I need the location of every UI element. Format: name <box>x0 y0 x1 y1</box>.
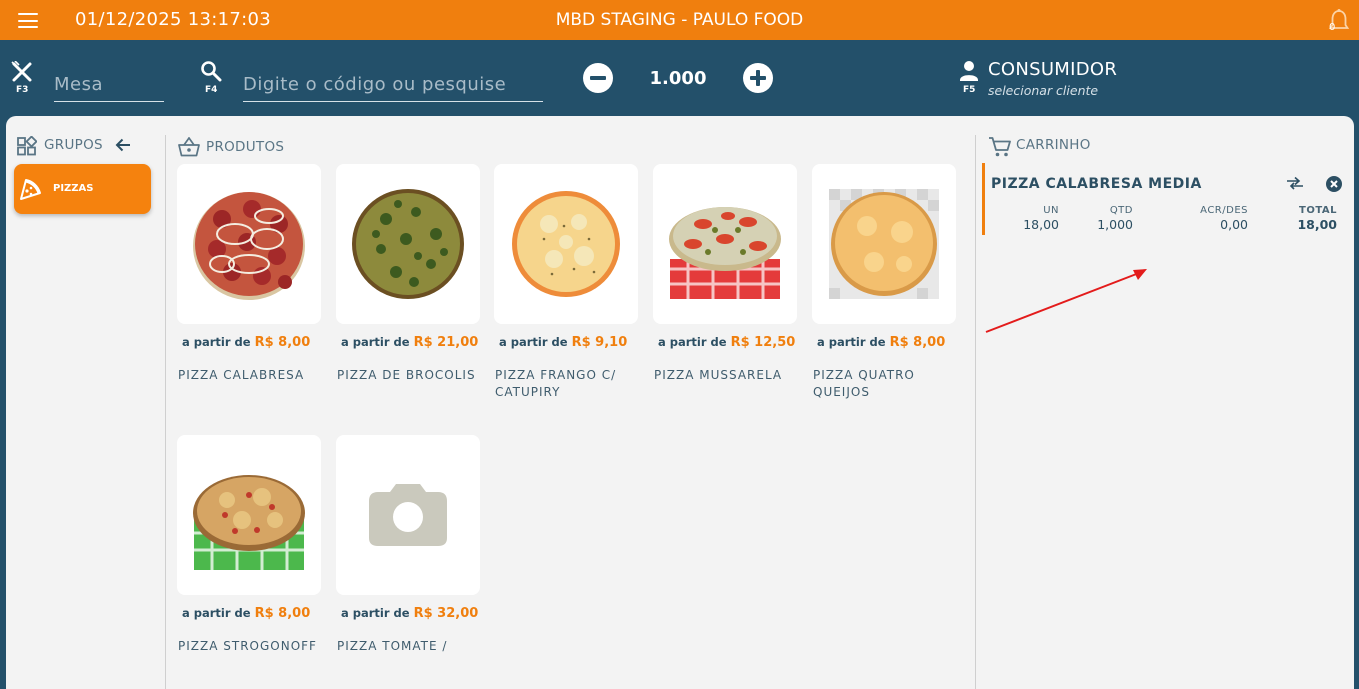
toolbar: F3 F4 1.000 F5 CONSUMIDOR selecionar cli… <box>0 40 1359 116</box>
product-image <box>177 435 321 595</box>
product-image <box>336 164 480 324</box>
product-image <box>812 164 956 324</box>
product-name: PIZZA CALABRESA <box>178 368 305 382</box>
product-card[interactable]: a partir de R$ 8,00 PIZZA CALABRESA <box>177 164 321 382</box>
notification-count: 0 <box>1329 22 1336 33</box>
swap-arrows-icon[interactable] <box>1286 176 1304 190</box>
products-heading: PRODUTOS <box>206 139 285 155</box>
app-title: MBD STAGING - PAULO FOOD <box>555 10 804 30</box>
cart-icon <box>989 137 1011 157</box>
product-image <box>336 435 480 595</box>
back-arrow-icon[interactable] <box>115 137 131 153</box>
product-name: PIZZA DE BROCOLIS <box>337 368 476 382</box>
decrease-quantity-button[interactable] <box>583 63 613 93</box>
client-name[interactable]: CONSUMIDOR <box>988 59 1117 80</box>
group-label: PIZZAS <box>53 183 94 194</box>
product-price: a partir de R$ 8,00 <box>182 335 311 350</box>
divider-groups-products <box>165 135 166 689</box>
camera-placeholder-icon <box>369 484 447 546</box>
cart-item-name: PIZZA CALABRESA MEDIA <box>991 176 1202 192</box>
group-pizzas[interactable]: PIZZAS <box>14 164 151 214</box>
groups-heading: GRUPOS <box>44 137 103 153</box>
client-shortcut: F5 <box>963 85 976 95</box>
product-card[interactable]: a partir de R$ 21,00 PIZZA DE BROCOLIS <box>336 164 480 382</box>
product-card[interactable]: a partir de R$ 12,50 PIZZA MUSSARELA <box>653 164 797 382</box>
increase-quantity-button[interactable] <box>743 63 773 93</box>
groups-icon <box>17 136 37 156</box>
product-card[interactable]: a partir de R$ 32,00 PIZZA TOMATE / <box>336 435 480 653</box>
product-name: PIZZA TOMATE / <box>337 639 448 653</box>
table-field[interactable] <box>54 62 164 102</box>
product-name: PIZZA QUATRO QUEIJOS <box>813 368 915 399</box>
product-price: a partir de R$ 21,00 <box>341 335 479 350</box>
remove-item-icon[interactable] <box>1326 176 1342 192</box>
product-image <box>177 164 321 324</box>
search-input[interactable] <box>243 62 543 101</box>
table-shortcut: F3 <box>16 85 29 95</box>
cart-unit-price: UN 18,00 <box>1023 205 1059 232</box>
product-image <box>653 164 797 324</box>
cart-heading: CARRINHO <box>1016 137 1091 153</box>
cart-quantity: QTD 1,000 <box>1097 205 1133 232</box>
search-icon[interactable] <box>200 60 222 82</box>
product-image <box>494 164 638 324</box>
product-card[interactable]: a partir de R$ 9,10 PIZZA FRANGO C/ CATU… <box>494 164 638 399</box>
search-shortcut: F4 <box>205 85 218 95</box>
table-input[interactable] <box>54 62 164 101</box>
product-name: PIZZA MUSSARELA <box>654 368 783 382</box>
cart-item-total: TOTAL 18,00 <box>1297 205 1337 232</box>
product-card[interactable]: a partir de R$ 8,00 PIZZA STROGONOFF <box>177 435 321 653</box>
product-price: a partir de R$ 8,00 <box>182 606 311 621</box>
basket-icon <box>178 137 200 157</box>
product-card[interactable]: a partir de R$ 8,00 PIZZA QUATRO QUEIJOS <box>812 164 956 399</box>
divider-products-cart <box>975 135 976 689</box>
cart-surcharge-discount: ACR/DES 0,00 <box>1200 205 1248 232</box>
product-price: a partir de R$ 9,10 <box>499 335 628 350</box>
pizza-slice-icon <box>20 179 41 200</box>
quantity-value: 1.000 <box>649 68 707 89</box>
user-icon[interactable] <box>959 60 979 82</box>
main-content: GRUPOS PIZZAS PRODUTOS a partir de R$ 8,… <box>6 116 1354 689</box>
product-name: PIZZA STROGONOFF <box>178 639 317 653</box>
cart-item[interactable]: PIZZA CALABRESA MEDIA UN 18,00 QTD 1,000… <box>982 163 1348 235</box>
product-price: a partir de R$ 32,00 <box>341 606 479 621</box>
annotation-arrow <box>985 269 1147 333</box>
top-bar: 01/12/2025 13:17:03 MBD STAGING - PAULO … <box>0 0 1359 40</box>
cutlery-icon[interactable] <box>11 61 33 83</box>
client-select-hint[interactable]: selecionar cliente <box>988 83 1098 98</box>
product-name: PIZZA FRANGO C/ CATUPIRY <box>495 368 617 399</box>
product-price: a partir de R$ 12,50 <box>658 335 796 350</box>
search-field[interactable] <box>243 62 543 102</box>
product-price: a partir de R$ 8,00 <box>817 335 946 350</box>
